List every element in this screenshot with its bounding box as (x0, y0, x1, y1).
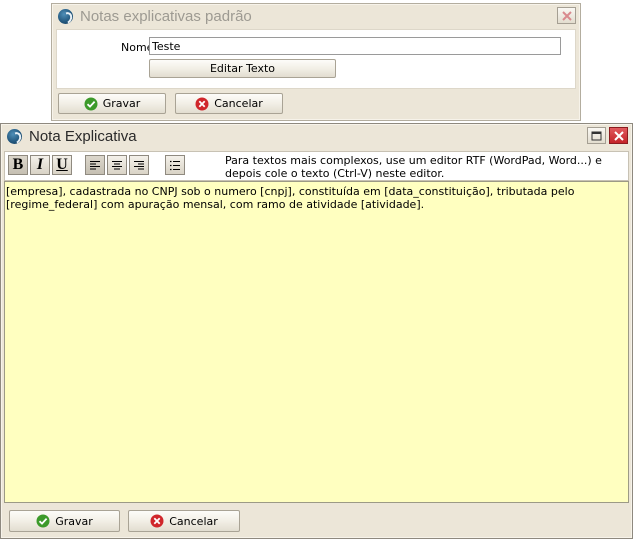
check-icon (36, 514, 50, 528)
save-button[interactable]: Gravar (58, 93, 166, 114)
align-center-button[interactable] (107, 155, 127, 175)
close-button[interactable] (557, 7, 576, 24)
bullet-list-icon (170, 160, 180, 170)
title-bar[interactable]: Nota Explicativa (1, 124, 632, 148)
italic-button[interactable]: I (30, 155, 50, 175)
bold-button[interactable]: B (8, 155, 28, 175)
footer-bar: Gravar Cancelar (4, 506, 629, 536)
italic-label: I (36, 156, 44, 173)
cancel-label: Cancelar (214, 97, 263, 110)
align-left-icon (90, 160, 100, 169)
close-button[interactable] (609, 127, 628, 144)
edit-text-button[interactable]: Editar Texto (149, 59, 336, 78)
cancel-button[interactable]: Cancelar (175, 93, 283, 114)
align-right-button[interactable] (129, 155, 149, 175)
editor-hint: Para textos mais complexos, use um edito… (225, 154, 602, 180)
align-left-button[interactable] (85, 155, 105, 175)
close-icon (561, 10, 572, 21)
check-icon (84, 97, 98, 110)
underline-button[interactable]: U (52, 155, 72, 175)
edit-text-label: Editar Texto (209, 62, 276, 75)
save-button[interactable]: Gravar (9, 510, 120, 532)
underline-label: U (56, 156, 68, 173)
cancel-icon (150, 514, 164, 528)
maximize-button[interactable] (587, 127, 606, 144)
close-icon (613, 130, 624, 141)
format-toolbar: B I U Para textos mais complexos, use um… (4, 151, 629, 181)
title-bar[interactable]: Notas explicativas padrão (52, 4, 580, 28)
align-right-icon (134, 160, 144, 169)
app-logo-icon (58, 8, 73, 24)
save-label: Gravar (102, 97, 141, 110)
name-input[interactable] (149, 37, 561, 55)
bullet-list-button[interactable] (165, 155, 185, 175)
note-text-editor[interactable]: [empresa], cadastrada no CNPJ sob o nume… (4, 181, 629, 503)
window-title: Notas explicativas padrão (80, 7, 252, 25)
form-panel: Nome Editar Texto (56, 29, 576, 89)
cancel-button[interactable]: Cancelar (128, 510, 240, 532)
cancel-icon (195, 97, 209, 110)
bold-label: B (12, 156, 24, 173)
save-label: Gravar (55, 514, 93, 528)
window-title: Nota Explicativa (29, 127, 137, 145)
cancel-label: Cancelar (169, 514, 218, 528)
explanatory-note-window: Nota Explicativa B I U Para textos mais … (0, 123, 633, 539)
align-center-icon (112, 160, 122, 169)
standard-notes-window: Notas explicativas padrão Nome Editar Te… (51, 3, 581, 121)
app-logo-icon (7, 128, 22, 144)
maximize-icon (591, 131, 602, 140)
